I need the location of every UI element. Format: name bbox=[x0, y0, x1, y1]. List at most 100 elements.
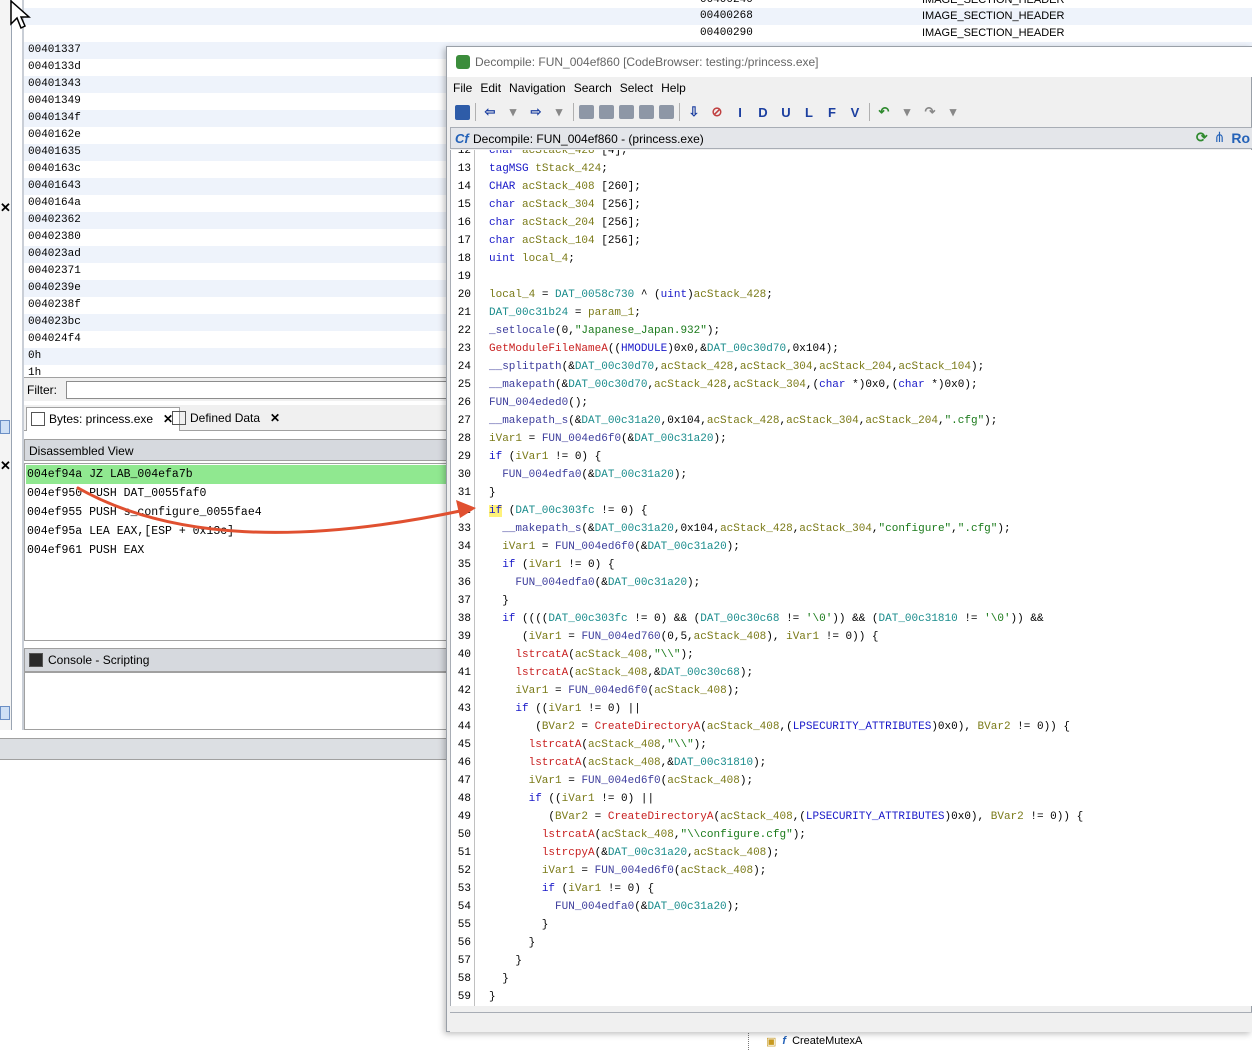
decompiled-code[interactable]: 12 char acStack_428 [4]; 13 tagMSG tStack_4… bbox=[450, 150, 1252, 1006]
menu-file[interactable]: File bbox=[453, 77, 478, 99]
menu-edit[interactable]: Edit bbox=[480, 77, 507, 99]
code-text[interactable]: iVar1 = FUN_004ed6f0(acStack_408); bbox=[489, 862, 766, 880]
code-line[interactable]: 33 __makepath_s(&DAT_00c31a20,0x104,acSt… bbox=[451, 520, 1252, 538]
code-text[interactable]: } bbox=[489, 916, 549, 934]
nav-next-instruction-icon[interactable] bbox=[639, 105, 654, 119]
code-text[interactable]: char acStack_304 [256]; bbox=[489, 196, 641, 214]
code-text[interactable]: if (DAT_00c303fc != 0) { bbox=[489, 502, 647, 520]
nav-next-data-icon[interactable] bbox=[619, 105, 634, 119]
code-line[interactable]: 20 local_4 = DAT_0058c730 ^ (uint)acStack… bbox=[451, 286, 1252, 304]
code-text[interactable]: lstrcatA(acStack_408,"\\configure.cfg"); bbox=[489, 826, 806, 844]
window-title-bar[interactable]: Decompile: FUN_004ef860 [CodeBrowser: te… bbox=[447, 47, 1252, 77]
code-text[interactable]: CHAR acStack_408 [260]; bbox=[489, 178, 641, 196]
code-line[interactable]: 32 if (DAT_00c303fc != 0) { bbox=[451, 502, 1252, 520]
code-text[interactable]: __makepath_s(&DAT_00c31a20,0x104,acStack… bbox=[489, 520, 1010, 538]
code-line[interactable]: 14 CHAR acStack_408 [260]; bbox=[451, 178, 1252, 196]
code-text[interactable]: char acStack_204 [256]; bbox=[489, 214, 641, 232]
undefined-icon[interactable]: U bbox=[777, 103, 795, 121]
code-text[interactable]: } bbox=[489, 592, 509, 610]
graph-icon[interactable]: ⋔ bbox=[1214, 129, 1226, 146]
code-line[interactable]: 57 } bbox=[451, 952, 1252, 970]
disassembly-line[interactable]: 004ef961 PUSH EAX bbox=[26, 541, 446, 560]
code-line[interactable]: 18 uint local_4; bbox=[451, 250, 1252, 268]
code-text[interactable]: char acStack_104 [256]; bbox=[489, 232, 641, 250]
code-line[interactable]: 15 char acStack_304 [256]; bbox=[451, 196, 1252, 214]
code-line[interactable]: 26 FUN_004eded0(); bbox=[451, 394, 1252, 412]
code-text[interactable]: _setlocale(0,"Japanese_Japan.932"); bbox=[489, 322, 720, 340]
label-icon[interactable]: L bbox=[800, 103, 818, 121]
code-line[interactable]: 24 __splitpath(&DAT_00c30d70,acStack_428,… bbox=[451, 358, 1252, 376]
code-text[interactable]: } bbox=[489, 988, 496, 1006]
code-text[interactable]: if (iVar1 != 0) { bbox=[489, 556, 614, 574]
nav-next-icon[interactable] bbox=[599, 105, 614, 119]
code-line[interactable]: 17 char acStack_104 [256]; bbox=[451, 232, 1252, 250]
code-line[interactable]: 49 (BVar2 = CreateDirectoryA(acStack_408… bbox=[451, 808, 1252, 826]
nav-previous-icon[interactable] bbox=[579, 105, 594, 119]
code-line[interactable]: 58 } bbox=[451, 970, 1252, 988]
symbol-tree-item[interactable]: ▣ f CreateMutexA bbox=[748, 1028, 1252, 1050]
chevron-down-icon[interactable]: ▾ bbox=[944, 103, 962, 121]
code-text[interactable]: if ((iVar1 != 0) || bbox=[489, 790, 654, 808]
save-icon[interactable] bbox=[455, 104, 470, 120]
code-line[interactable]: 50 lstrcatA(acStack_408,"\\configure.cfg… bbox=[451, 826, 1252, 844]
code-text[interactable]: tagMSG tStack_424; bbox=[489, 160, 608, 178]
code-text[interactable]: uint local_4; bbox=[489, 250, 575, 268]
menu-select[interactable]: Select bbox=[620, 77, 659, 99]
chevron-down-icon[interactable]: ▾ bbox=[550, 103, 568, 121]
panel-icon[interactable] bbox=[0, 706, 10, 720]
panel-icon[interactable] bbox=[0, 420, 10, 434]
redo-icon[interactable]: ↷ bbox=[921, 103, 939, 121]
chevron-down-icon[interactable]: ▾ bbox=[898, 103, 916, 121]
code-line[interactable]: 23 GetModuleFileNameA((HMODULE)0x0,&DAT_0… bbox=[451, 340, 1252, 358]
code-text[interactable]: } bbox=[489, 484, 496, 502]
code-text[interactable]: char acStack_428 [4]; bbox=[489, 150, 628, 160]
disassembly-line[interactable]: 004ef955 PUSH s_configure_0055fae4 bbox=[26, 503, 446, 522]
code-text[interactable]: FUN_004edfa0(&DAT_00c31a20); bbox=[489, 466, 687, 484]
disassembly-line[interactable]: 004ef94a JZ LAB_004efa7b bbox=[26, 465, 446, 484]
code-line[interactable]: 45 lstrcatA(acStack_408,"\\"); bbox=[451, 736, 1252, 754]
code-text[interactable]: iVar1 = FUN_004ed6f0(&DAT_00c31a20); bbox=[489, 538, 740, 556]
table-row[interactable]: 00400268 IMAGE_SECTION_HEADER bbox=[24, 8, 1252, 25]
tab-bytes[interactable]: Bytes: princess.exe ✕ bbox=[26, 407, 181, 431]
code-text[interactable]: FUN_004edfa0(&DAT_00c31a20); bbox=[489, 898, 740, 916]
code-line[interactable]: 13 tagMSG tStack_424; bbox=[451, 160, 1252, 178]
function-icon[interactable]: F bbox=[823, 103, 841, 121]
code-line[interactable]: 42 iVar1 = FUN_004ed6f0(acStack_408); bbox=[451, 682, 1252, 700]
disassembly-line[interactable]: 004ef95a LEA EAX,[ESP + 0x13c] bbox=[26, 522, 446, 541]
code-text[interactable]: } bbox=[489, 952, 522, 970]
close-icon[interactable]: ✕ bbox=[0, 200, 11, 216]
filter-input[interactable] bbox=[66, 381, 456, 399]
close-icon[interactable]: ✕ bbox=[270, 411, 280, 431]
code-text[interactable]: lstrcatA(acStack_408,"\\"); bbox=[489, 736, 707, 754]
code-line[interactable]: 28 iVar1 = FUN_004ed6f0(&DAT_00c31a20); bbox=[451, 430, 1252, 448]
refresh-icon[interactable]: ⟳ bbox=[1196, 129, 1208, 146]
tab-defined-data[interactable]: Defined Data ✕ bbox=[168, 407, 286, 431]
code-line[interactable]: 25 __makepath(&DAT_00c30d70,acStack_428,a… bbox=[451, 376, 1252, 394]
code-text[interactable]: (BVar2 = CreateDirectoryA(acStack_408,(L… bbox=[489, 808, 1083, 826]
code-line[interactable]: 27 __makepath_s(&DAT_00c31a20,0x104,acSta… bbox=[451, 412, 1252, 430]
code-line[interactable]: 36 FUN_004edfa0(&DAT_00c31a20); bbox=[451, 574, 1252, 592]
code-line[interactable]: 30 FUN_004edfa0(&DAT_00c31a20); bbox=[451, 466, 1252, 484]
code-text[interactable]: lstrcpyA(&DAT_00c31a20,acStack_408); bbox=[489, 844, 780, 862]
code-line[interactable]: 53 if (iVar1 != 0) { bbox=[451, 880, 1252, 898]
code-text[interactable]: if ((iVar1 != 0) || bbox=[489, 700, 640, 718]
forward-arrow-icon[interactable]: ⇨ bbox=[527, 103, 545, 121]
code-line[interactable]: 37 } bbox=[451, 592, 1252, 610]
close-icon[interactable]: ✕ bbox=[0, 458, 11, 474]
code-text[interactable]: lstrcatA(acStack_408,&DAT_00c30c68); bbox=[489, 664, 753, 682]
code-line[interactable]: 19 bbox=[451, 268, 1252, 286]
menu-help[interactable]: Help bbox=[661, 77, 692, 99]
code-line[interactable]: 46 lstrcatA(acStack_408,&DAT_00c31810); bbox=[451, 754, 1252, 772]
code-line[interactable]: 47 iVar1 = FUN_004ed6f0(acStack_408); bbox=[451, 772, 1252, 790]
code-line[interactable]: 16 char acStack_204 [256]; bbox=[451, 214, 1252, 232]
panel-overflow-label[interactable]: Ro bbox=[1231, 130, 1250, 146]
code-text[interactable]: lstrcatA(acStack_408,&DAT_00c31810); bbox=[489, 754, 767, 772]
code-text[interactable]: FUN_004edfa0(&DAT_00c31a20); bbox=[489, 574, 700, 592]
code-text[interactable]: FUN_004eded0(); bbox=[489, 394, 588, 412]
stop-icon[interactable]: ⊘ bbox=[708, 103, 726, 121]
code-line[interactable]: 55 } bbox=[451, 916, 1252, 934]
instruction-icon[interactable]: I bbox=[731, 103, 749, 121]
code-text[interactable]: (BVar2 = CreateDirectoryA(acStack_408,(L… bbox=[489, 718, 1070, 736]
code-text[interactable]: local_4 = DAT_0058c730 ^ (uint)acStack_4… bbox=[489, 286, 773, 304]
data-icon[interactable]: D bbox=[754, 103, 772, 121]
